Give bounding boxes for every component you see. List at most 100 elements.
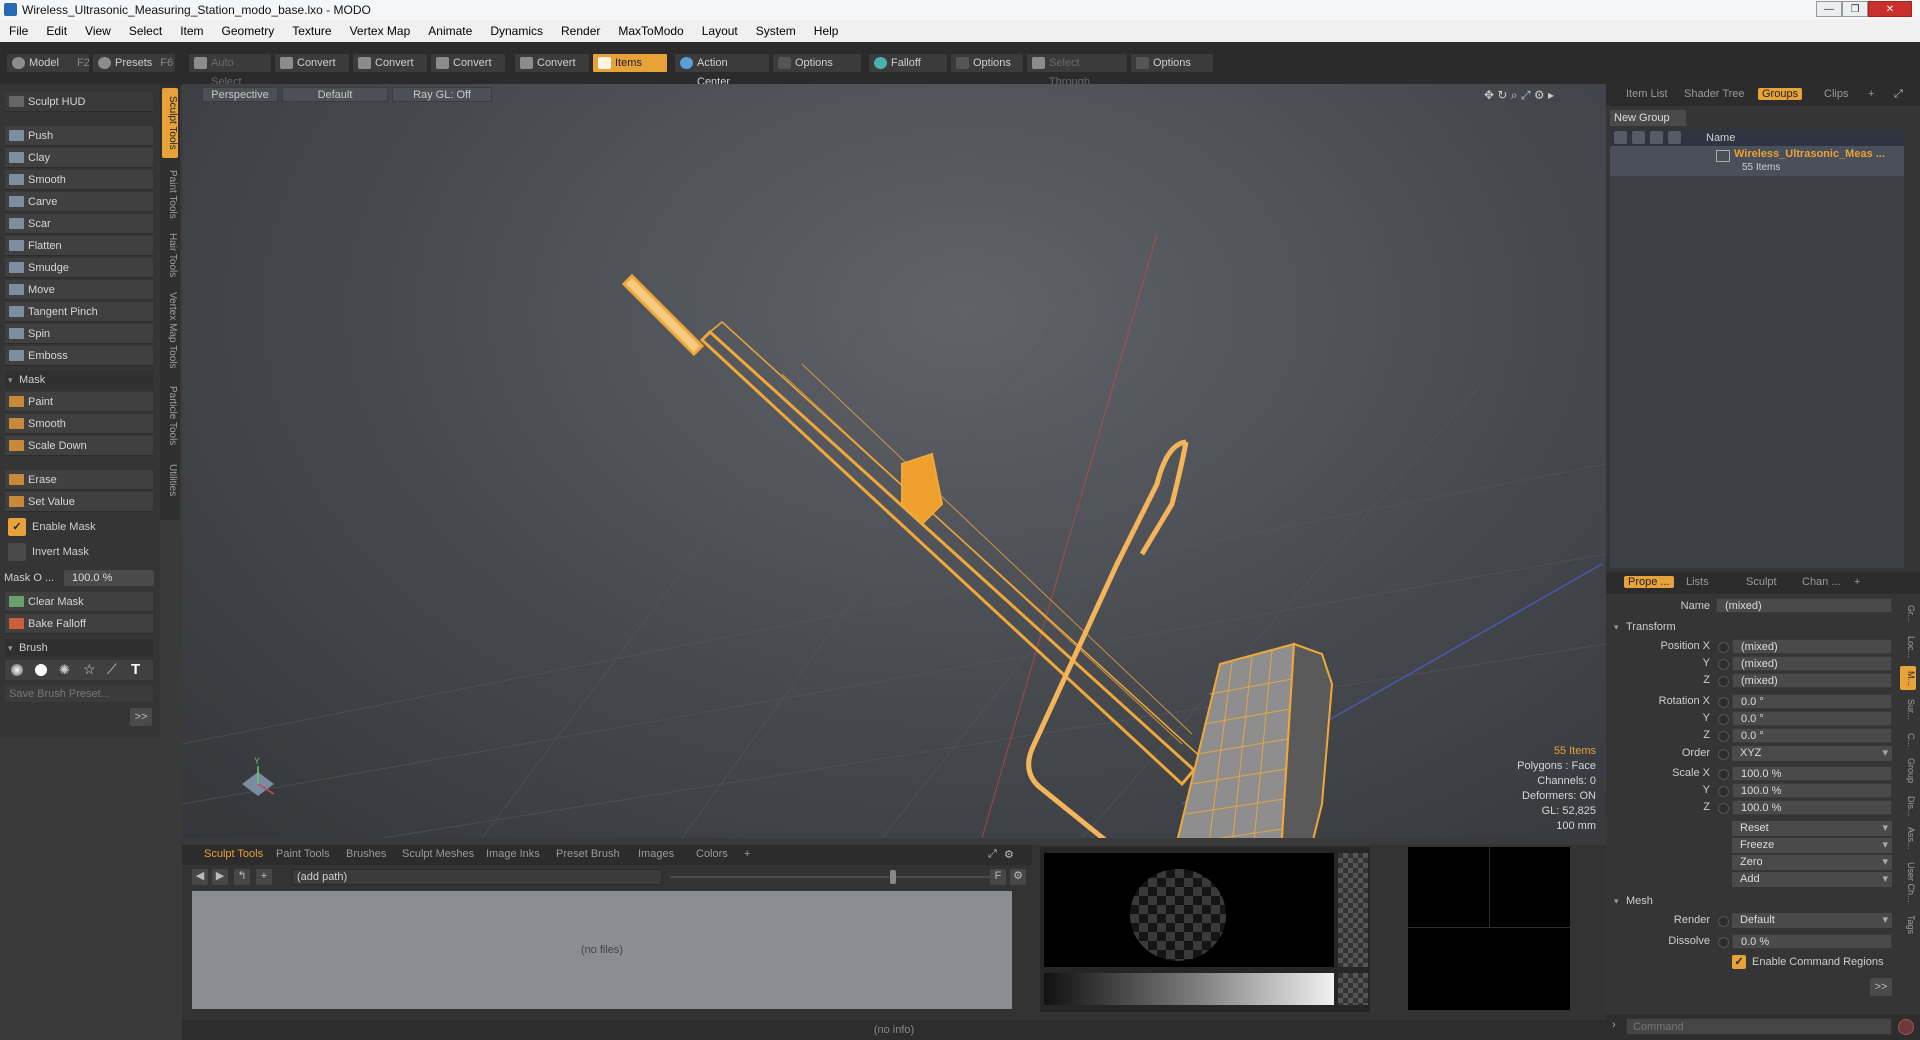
scale-x-anim-dot[interactable] — [1718, 769, 1729, 780]
options-button-2[interactable]: Options — [950, 53, 1024, 73]
lock-icon[interactable] — [1632, 131, 1645, 144]
convert-button-3[interactable]: Convert — [430, 53, 506, 73]
menu-render[interactable]: Render — [552, 20, 609, 38]
btab-sculpt-tools[interactable]: Sculpt Tools — [204, 848, 263, 860]
transform-section-header[interactable]: Transform — [1610, 619, 1900, 635]
vtab-paint-tools[interactable]: Paint Tools — [162, 164, 178, 224]
model-mode-button[interactable]: Model F2 — [6, 53, 90, 73]
rotation-z-field[interactable]: 0.0 ° — [1732, 728, 1892, 743]
vtab-particle-tools[interactable]: Particle Tools — [162, 380, 178, 452]
menu-texture[interactable]: Texture — [283, 20, 340, 38]
rvtab-locator[interactable]: Loc... — [1900, 632, 1916, 662]
mask-opacity-field[interactable]: 100.0 % — [64, 570, 154, 586]
file-browser-area[interactable]: (no files) — [192, 891, 1012, 1009]
filter-button[interactable]: F — [990, 869, 1006, 885]
panel-gear-icon[interactable]: ⚙ — [1004, 848, 1014, 861]
parent-folder-icon[interactable]: ↰ — [234, 869, 250, 885]
tool-clay[interactable]: Clay — [5, 148, 153, 168]
vtab-vertex-map-tools[interactable]: Vertex Map Tools — [162, 286, 178, 374]
rotation-x-anim-dot[interactable] — [1718, 697, 1729, 708]
mask-set-value[interactable]: Set Value — [5, 492, 153, 512]
invert-mask-checkbox[interactable] — [8, 543, 26, 561]
splat-brush-icon[interactable]: ✺ — [59, 662, 70, 678]
tool-emboss[interactable]: Emboss — [5, 346, 153, 366]
rvtab-group[interactable]: Gr... — [1900, 600, 1916, 628]
panel-expand-icon[interactable]: ⤢ — [988, 848, 997, 861]
mask-paint[interactable]: Paint — [5, 392, 153, 412]
menu-system[interactable]: System — [747, 20, 805, 38]
scale-x-field[interactable]: 100.0 % — [1732, 766, 1892, 781]
select-through-button[interactable]: Select Through — [1026, 53, 1128, 88]
tab-clips[interactable]: Clips — [1824, 88, 1848, 100]
tool-tangent-pinch[interactable]: Tangent Pinch — [5, 302, 153, 322]
sculpt-hud-button[interactable]: Sculpt HUD — [5, 92, 153, 112]
clear-mask-button[interactable]: Clear Mask — [5, 592, 153, 612]
convert-button-2[interactable]: Convert — [352, 53, 428, 73]
visibility-eye-icon[interactable] — [1614, 131, 1627, 144]
btab-paint-tools[interactable]: Paint Tools — [276, 848, 330, 860]
convert-button-1[interactable]: Convert — [274, 53, 350, 73]
vtab-hair-tools[interactable]: Hair Tools — [162, 230, 178, 280]
btab-colors[interactable]: Colors — [696, 848, 728, 860]
tab-lists[interactable]: Lists — [1686, 576, 1709, 588]
save-brush-preset-field[interactable]: Save Brush Preset... — [5, 686, 153, 702]
thumbnail-size-slider[interactable] — [670, 876, 990, 878]
order-anim-dot[interactable] — [1718, 749, 1729, 760]
rvtab-mesh[interactable]: M... — [1900, 666, 1916, 690]
group-row[interactable]: Wireless_Ultrasonic_Meas ... 55 Items — [1610, 146, 1904, 176]
rotation-y-anim-dot[interactable] — [1718, 714, 1729, 725]
add-prop-tab-button[interactable]: + — [1854, 576, 1860, 588]
select-icon[interactable] — [1650, 131, 1663, 144]
menu-file[interactable]: File — [0, 20, 37, 38]
tab-item-list[interactable]: Item List — [1626, 88, 1668, 100]
tab-properties[interactable]: Prope ... — [1624, 576, 1674, 588]
bake-falloff-button[interactable]: Bake Falloff — [5, 614, 153, 634]
forward-arrow-icon[interactable]: ▶ — [212, 869, 228, 885]
tool-scar[interactable]: Scar — [5, 214, 153, 234]
tool-spin[interactable]: Spin — [5, 324, 153, 344]
vtab-utilities[interactable]: Utilities — [162, 458, 178, 502]
slider-handle[interactable] — [890, 870, 896, 884]
add-tab-button[interactable]: + — [744, 848, 750, 860]
panel-expand-icon[interactable]: ⤢ — [1894, 88, 1903, 101]
path-dropdown[interactable]: (add path) — [292, 869, 662, 885]
btab-brushes[interactable]: Brushes — [346, 848, 386, 860]
scale-z-anim-dot[interactable] — [1718, 803, 1729, 814]
rvtab-assembly[interactable]: Ass... — [1900, 824, 1916, 852]
brush-section-header[interactable]: Brush — [5, 639, 153, 657]
star-brush-icon[interactable]: ☆ — [83, 661, 96, 678]
tool-push[interactable]: Push — [5, 126, 153, 146]
close-button[interactable]: ✕ — [1868, 1, 1912, 17]
tool-smooth[interactable]: Smooth — [5, 170, 153, 190]
menu-select[interactable]: Select — [120, 20, 171, 38]
name-field[interactable]: (mixed) — [1716, 598, 1892, 613]
command-input[interactable] — [1626, 1018, 1892, 1035]
rotation-y-field[interactable]: 0.0 ° — [1732, 711, 1892, 726]
vtab-sculpt-tools[interactable]: Sculpt Tools — [162, 88, 178, 158]
rvtab-group2[interactable]: Group — [1900, 754, 1916, 788]
rvtab-c[interactable]: C... — [1900, 730, 1916, 750]
auto-select-button[interactable]: Auto Select — [188, 53, 272, 88]
back-arrow-icon[interactable]: ◀ — [192, 869, 208, 885]
btab-sculpt-meshes[interactable]: Sculpt Meshes — [402, 848, 474, 860]
maximize-button[interactable]: ❐ — [1842, 1, 1868, 17]
menu-dynamics[interactable]: Dynamics — [481, 20, 552, 38]
menu-edit[interactable]: Edit — [37, 20, 76, 38]
rvtab-tags[interactable]: Tags — [1900, 912, 1916, 938]
mask-section-header[interactable]: Mask — [5, 371, 153, 389]
mask-smooth[interactable]: Smooth — [5, 414, 153, 434]
mask-scale-down[interactable]: Scale Down — [5, 436, 153, 456]
menu-layout[interactable]: Layout — [693, 20, 747, 38]
freeze-dropdown[interactable]: Freeze — [1732, 838, 1892, 853]
presets-button[interactable]: Presets F6 — [92, 53, 176, 73]
btab-image-inks[interactable]: Image Inks — [486, 848, 540, 860]
tab-groups[interactable]: Groups — [1758, 88, 1803, 100]
menu-item[interactable]: Item — [171, 20, 212, 38]
btab-preset-brush[interactable]: Preset Brush — [556, 848, 620, 860]
position-y-field[interactable]: (mixed) — [1732, 656, 1892, 671]
more-options-button[interactable]: >> — [130, 708, 152, 726]
add-scene-tab-button[interactable]: + — [1868, 88, 1874, 100]
reset-dropdown[interactable]: Reset — [1732, 821, 1892, 836]
dissolve-anim-dot[interactable] — [1718, 937, 1729, 948]
3d-viewport[interactable]: Perspective Default Ray GL: Off ✥ ↻ ⌕ ⤢ … — [182, 84, 1606, 838]
